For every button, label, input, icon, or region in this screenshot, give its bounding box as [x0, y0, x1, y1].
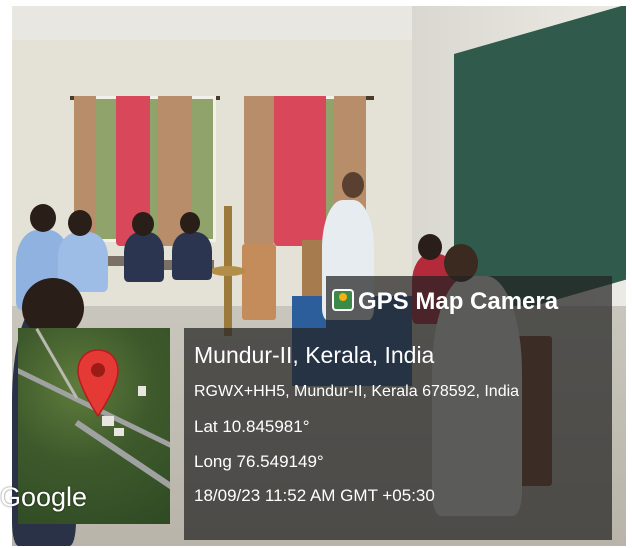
seated-person-head — [418, 234, 442, 260]
speaker-head — [342, 172, 364, 198]
curtain — [274, 96, 326, 246]
latitude: Lat 10.845981° — [194, 417, 310, 436]
student-head — [180, 212, 200, 234]
student-head — [132, 212, 154, 236]
google-logo: Google — [0, 482, 88, 512]
curtain — [244, 96, 274, 246]
timestamp: 18/09/23 11:52 AM GMT +05:30 — [194, 486, 435, 505]
oil-lamp-base — [210, 266, 246, 276]
place-name: Mundur-II, Kerala, India — [194, 342, 435, 368]
street-address: RGWX+HH5, Mundur-II, Kerala 678592, Indi… — [194, 383, 520, 400]
app-title: GPS Map Camera — [358, 288, 559, 315]
student-head — [68, 210, 92, 236]
map-pin-icon — [77, 349, 119, 418]
chair — [242, 244, 276, 320]
map-building — [114, 428, 124, 436]
student — [172, 232, 212, 280]
longitude: Long 76.549149° — [194, 452, 324, 471]
student — [124, 232, 164, 282]
student-head — [30, 204, 56, 232]
map-building — [138, 386, 146, 396]
gps-map-camera-icon — [332, 289, 354, 311]
